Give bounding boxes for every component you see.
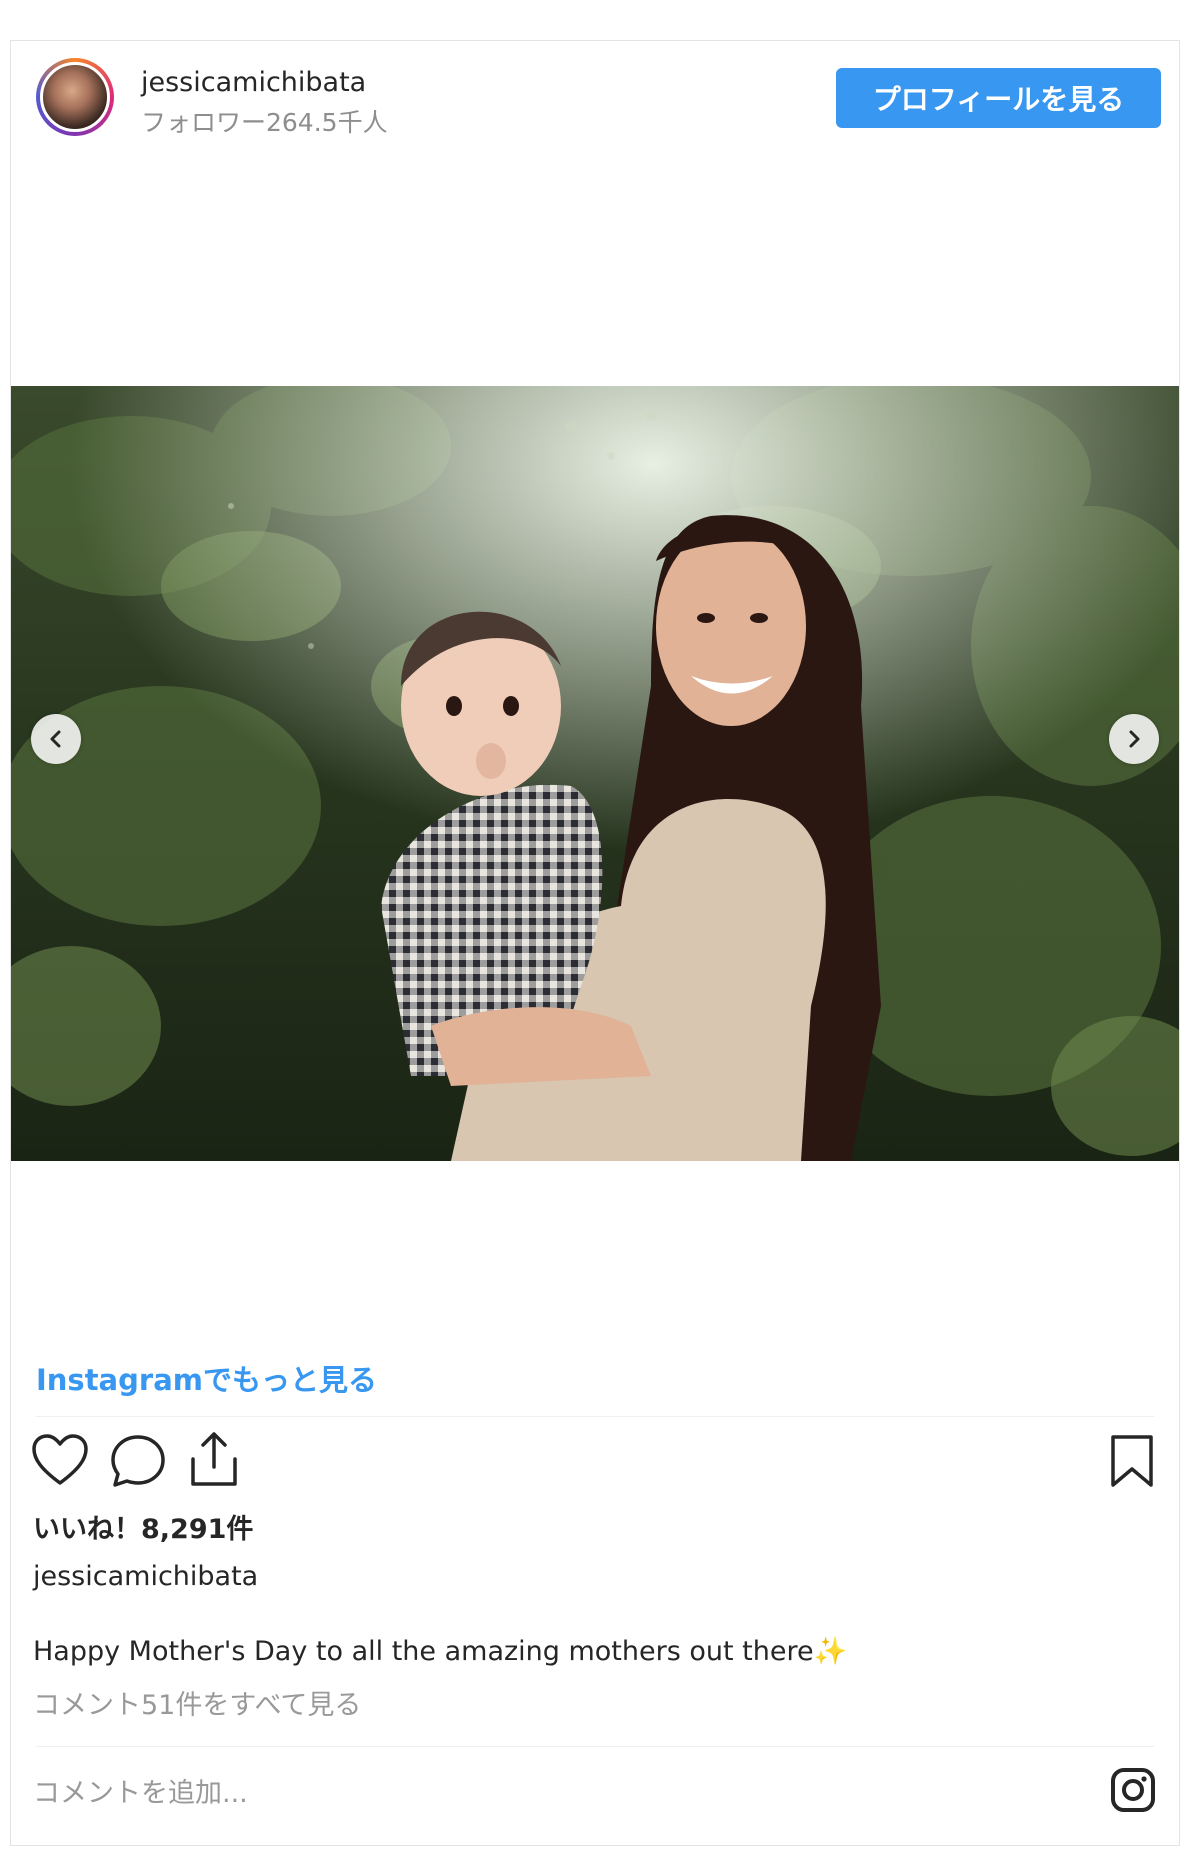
chevron-left-icon <box>50 730 61 748</box>
instagram-logo-icon[interactable] <box>1109 1766 1157 1814</box>
caption-text: Happy Mother's Day to all the amazing mo… <box>33 1636 848 1667</box>
view-all-comments-link[interactable]: コメント51件をすべて見る <box>33 1683 361 1722</box>
bookmark-icon[interactable] <box>1109 1433 1155 1489</box>
avatar-image <box>40 62 110 132</box>
heart-icon[interactable] <box>31 1433 89 1487</box>
add-comment-field[interactable]: コメントを追加... <box>33 1771 833 1810</box>
view-more-on-instagram-link[interactable]: Instagramでもっと見る <box>36 1357 377 1399</box>
carousel-next-button[interactable] <box>1109 714 1159 764</box>
chevron-right-icon <box>1129 730 1140 748</box>
divider <box>36 1746 1154 1747</box>
divider <box>36 1416 1154 1417</box>
username[interactable]: jessicamichibata <box>141 67 366 98</box>
caption-username[interactable]: jessicamichibata <box>33 1561 258 1592</box>
share-icon[interactable] <box>187 1429 241 1489</box>
avatar[interactable] <box>36 58 114 136</box>
view-profile-button[interactable]: プロフィールを見る <box>836 68 1161 128</box>
post-photo[interactable] <box>11 386 1179 1161</box>
like-count[interactable]: いいね！8,291件 <box>33 1507 253 1546</box>
follower-count: フォロワー264.5千人 <box>141 108 388 137</box>
instagram-embed-card: jessicamichibata フォロワー264.5千人 プロフィールを見る <box>10 40 1180 1846</box>
comment-bubble-icon[interactable] <box>109 1433 167 1489</box>
carousel-prev-button[interactable] <box>31 714 81 764</box>
photo-illustration <box>11 386 1179 1161</box>
post-header: jessicamichibata フォロワー264.5千人 プロフィールを見る <box>11 41 1179 151</box>
